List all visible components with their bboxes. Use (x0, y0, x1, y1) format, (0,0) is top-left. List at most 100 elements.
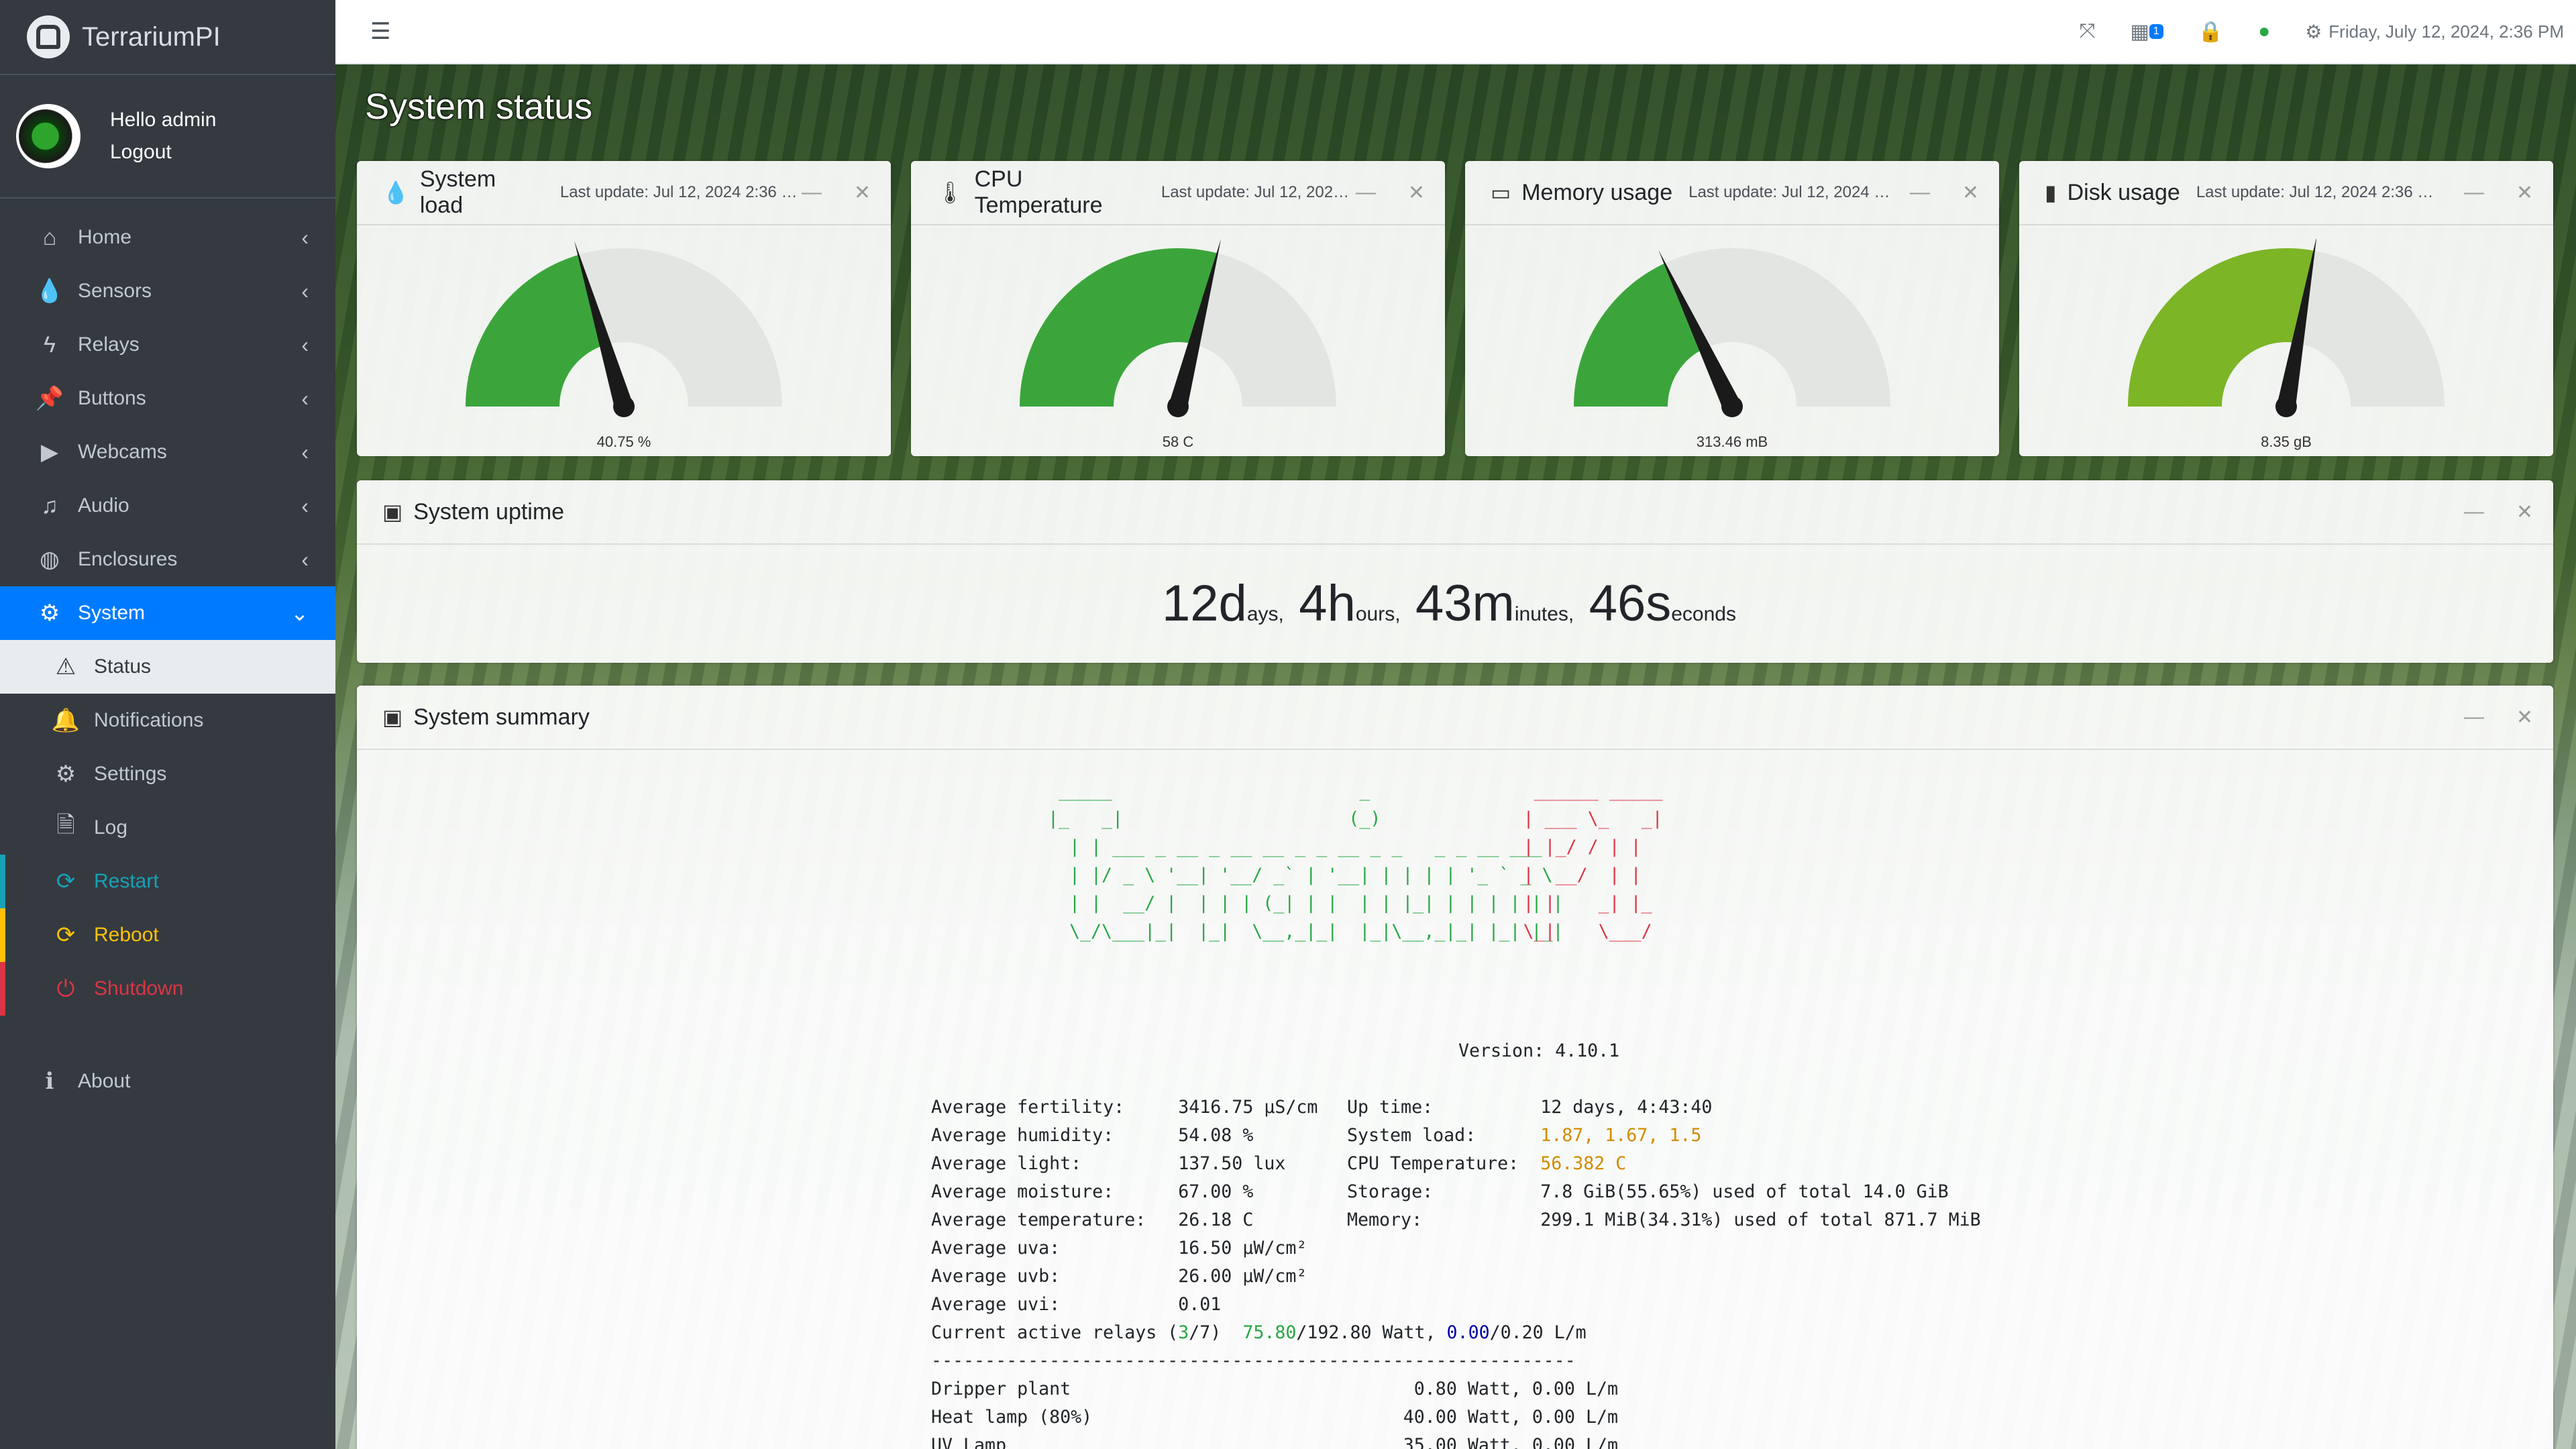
stat-row: Average moisture: 67.00 % (931, 1178, 1318, 1206)
chevron-left-icon: ‹ (301, 493, 309, 518)
power-icon: ⏻ (56, 975, 75, 1002)
sidebar-item-audio[interactable]: ♫ Audio ‹ (0, 479, 335, 533)
chevron-left-icon: ‹ (301, 278, 309, 303)
minimize-icon[interactable]: — (2464, 500, 2484, 524)
stat-value: 3416.75 µS/cm (1178, 1097, 1318, 1118)
stat-row: Average light: 137.50 lux (931, 1150, 1318, 1178)
stat-row: Average humidity: 54.08 % (931, 1122, 1318, 1150)
sidebar-item-label: Home (78, 226, 132, 248)
chevron-left-icon: ‹ (301, 439, 309, 464)
relays-total: /7) (1189, 1322, 1243, 1343)
sidebar-item-log[interactable]: 🗎 Log (0, 801, 335, 855)
relay-row: Dripper plant 0.80 Watt, 0.00 L/m (931, 1375, 1618, 1403)
hamburger-menu-icon[interactable]: ☰ (370, 18, 390, 45)
last-update: Last update: Jul 12, 2024 2:36 PM (559, 183, 802, 201)
sidebar-item-sensors[interactable]: 💧 Sensors ‹ (0, 264, 335, 318)
sd-card-icon: ▮ (2045, 180, 2057, 205)
sidebar-item-label: Enclosures (78, 548, 178, 570)
stat-value: 67.00 % (1178, 1181, 1254, 1202)
stat-label: Average fertility: (931, 1097, 1179, 1118)
card-title: System load (419, 166, 496, 218)
minimize-icon[interactable]: — (2464, 706, 2484, 729)
stat-label: Average humidity: (931, 1125, 1179, 1146)
sidebar-item-enclosures[interactable]: ◍ Enclosures ‹ (0, 533, 335, 586)
chevron-down-icon: ⌄ (290, 601, 309, 625)
gauge-value: 40.75 % (596, 433, 651, 450)
stat-label: Average moisture: (931, 1181, 1179, 1202)
close-icon[interactable]: ✕ (2516, 500, 2533, 524)
brand[interactable]: TerrariumPI (0, 0, 335, 75)
sidebar-item-buttons[interactable]: 📌 Buttons ‹ (0, 372, 335, 425)
relays-active-count: 3 (1178, 1322, 1189, 1343)
close-icon[interactable]: ✕ (854, 181, 871, 205)
close-icon[interactable]: ✕ (1962, 181, 1979, 205)
sidebar-item-notifications[interactable]: 🔔 Notifications (0, 694, 335, 747)
relay-list: Dripper plant 0.80 Watt, 0.00 L/m Heat lam… (931, 1375, 1618, 1449)
sidebar-item-settings[interactable]: ⚙ Settings (0, 747, 335, 801)
stat-row: System load: 1.87, 1.67, 1.5 (1347, 1122, 1981, 1150)
sidebar-item-label: Shutdown (94, 977, 184, 1000)
minimize-icon[interactable]: — (1910, 181, 1930, 205)
ascii-logo-pi: ______ _____ | ___ \_ _| | |_/ / | | | _… (1523, 780, 1663, 942)
bolt-icon: ϟ (44, 331, 56, 358)
stat-value: 56.382 C (1540, 1153, 1627, 1174)
relays-watt: 75.80 (1242, 1322, 1297, 1343)
uptime-minutes: 43m (1415, 575, 1515, 632)
gauge-value: 58 C (1162, 433, 1194, 450)
sidebar-item-reboot[interactable]: ⟳ Reboot (0, 908, 335, 962)
datetime: Friday, July 12, 2024, 2:36 PM (2328, 21, 2564, 42)
sidebar-item-shutdown[interactable]: ⏻ Shutdown (0, 962, 335, 1016)
status-ok-icon[interactable]: ● (2258, 20, 2270, 43)
minimize-icon[interactable]: — (1356, 181, 1376, 205)
last-update: Last update: Jul 12, 2024 2:36 PM (1688, 183, 1896, 201)
warning-icon: ⚠ (55, 654, 76, 680)
user-greeting: Hello admin (110, 109, 217, 131)
lock-icon[interactable]: 🔒 (2198, 20, 2223, 44)
sidebar-item-relays[interactable]: ϟ Relays ‹ (0, 318, 335, 372)
stat-value: 1.87, 1.67, 1.5 (1540, 1125, 1702, 1146)
sidebar-item-label: About (78, 1070, 131, 1092)
close-icon[interactable]: ✕ (2516, 706, 2533, 729)
thermometer-icon: 🌡 (936, 180, 964, 205)
stats-left: Average fertility: 3416.75 µS/cm Average … (931, 1093, 1318, 1319)
sidebar-item-restart[interactable]: ⟳ Restart (0, 855, 335, 908)
relays-flow-total: /0.20 L/m (1489, 1322, 1587, 1343)
logout-link[interactable]: Logout (110, 136, 216, 168)
stat-value: 26.00 µW/cm² (1178, 1266, 1307, 1287)
cogs-icon: ⚙ (55, 761, 76, 787)
calendar-icon[interactable]: ▦ 1 (2130, 20, 2163, 44)
video-camera-icon: ▶ (40, 439, 59, 465)
fullscreen-icon[interactable]: ⤧ (2079, 20, 2095, 43)
gauge-card-disk-usage: ▮ Disk usage Last update: Jul 12, 2024 2:3… (2019, 161, 2553, 456)
stat-row: Average uva: 16.50 µW/cm² (931, 1234, 1318, 1263)
avatar (16, 104, 80, 168)
stat-row: Average fertility: 3416.75 µS/cm (931, 1093, 1318, 1122)
sidebar-item-status[interactable]: ⚠ Status (0, 640, 335, 694)
stat-label: Storage: (1347, 1181, 1541, 1202)
sidebar-item-label: Audio (78, 494, 129, 517)
stat-value: 16.50 µW/cm² (1178, 1238, 1307, 1258)
music-icon: ♫ (41, 492, 58, 519)
gauge-system-load (466, 240, 782, 417)
stat-label: Average uvi: (931, 1294, 1179, 1315)
sidebar-item-label: Status (94, 655, 152, 678)
droplet-icon: 💧 (35, 278, 64, 304)
stat-row: Up time: 12 days, 4:43:40 (1347, 1093, 1981, 1122)
minimize-icon[interactable]: — (2464, 181, 2484, 205)
relay-row: UV Lamp 35.00 Watt, 0.00 L/m (931, 1432, 1618, 1449)
stat-value: 26.18 C (1178, 1210, 1254, 1230)
sidebar-item-about[interactable]: ℹ About (0, 1055, 335, 1108)
summary-card: ▣ System summary — ✕ _____ _ |_ _| (_) | | … (357, 686, 2553, 1449)
stat-row: Memory: 299.1 MiB(34.31%) used of total … (1347, 1206, 1981, 1234)
settings-gear-icon[interactable]: ⚙ (2305, 21, 2322, 43)
sidebar-item-system[interactable]: ⚙ System ⌄ (0, 586, 335, 640)
close-icon[interactable]: ✕ (2516, 181, 2533, 205)
sidebar-item-label: Relays (78, 333, 140, 356)
sidebar-item-home[interactable]: ⌂ Home ‹ (0, 211, 335, 264)
droplet-icon: 💧 (382, 180, 409, 205)
close-icon[interactable]: ✕ (1408, 181, 1425, 205)
gear-icon: ⚙ (39, 600, 60, 626)
sidebar-item-webcams[interactable]: ▶ Webcams ‹ (0, 425, 335, 479)
minimize-icon[interactable]: — (802, 181, 822, 205)
gauge-card-cpu-temperature: 🌡 CPU Temperature Last update: Jul 12, 202… (911, 161, 1445, 456)
